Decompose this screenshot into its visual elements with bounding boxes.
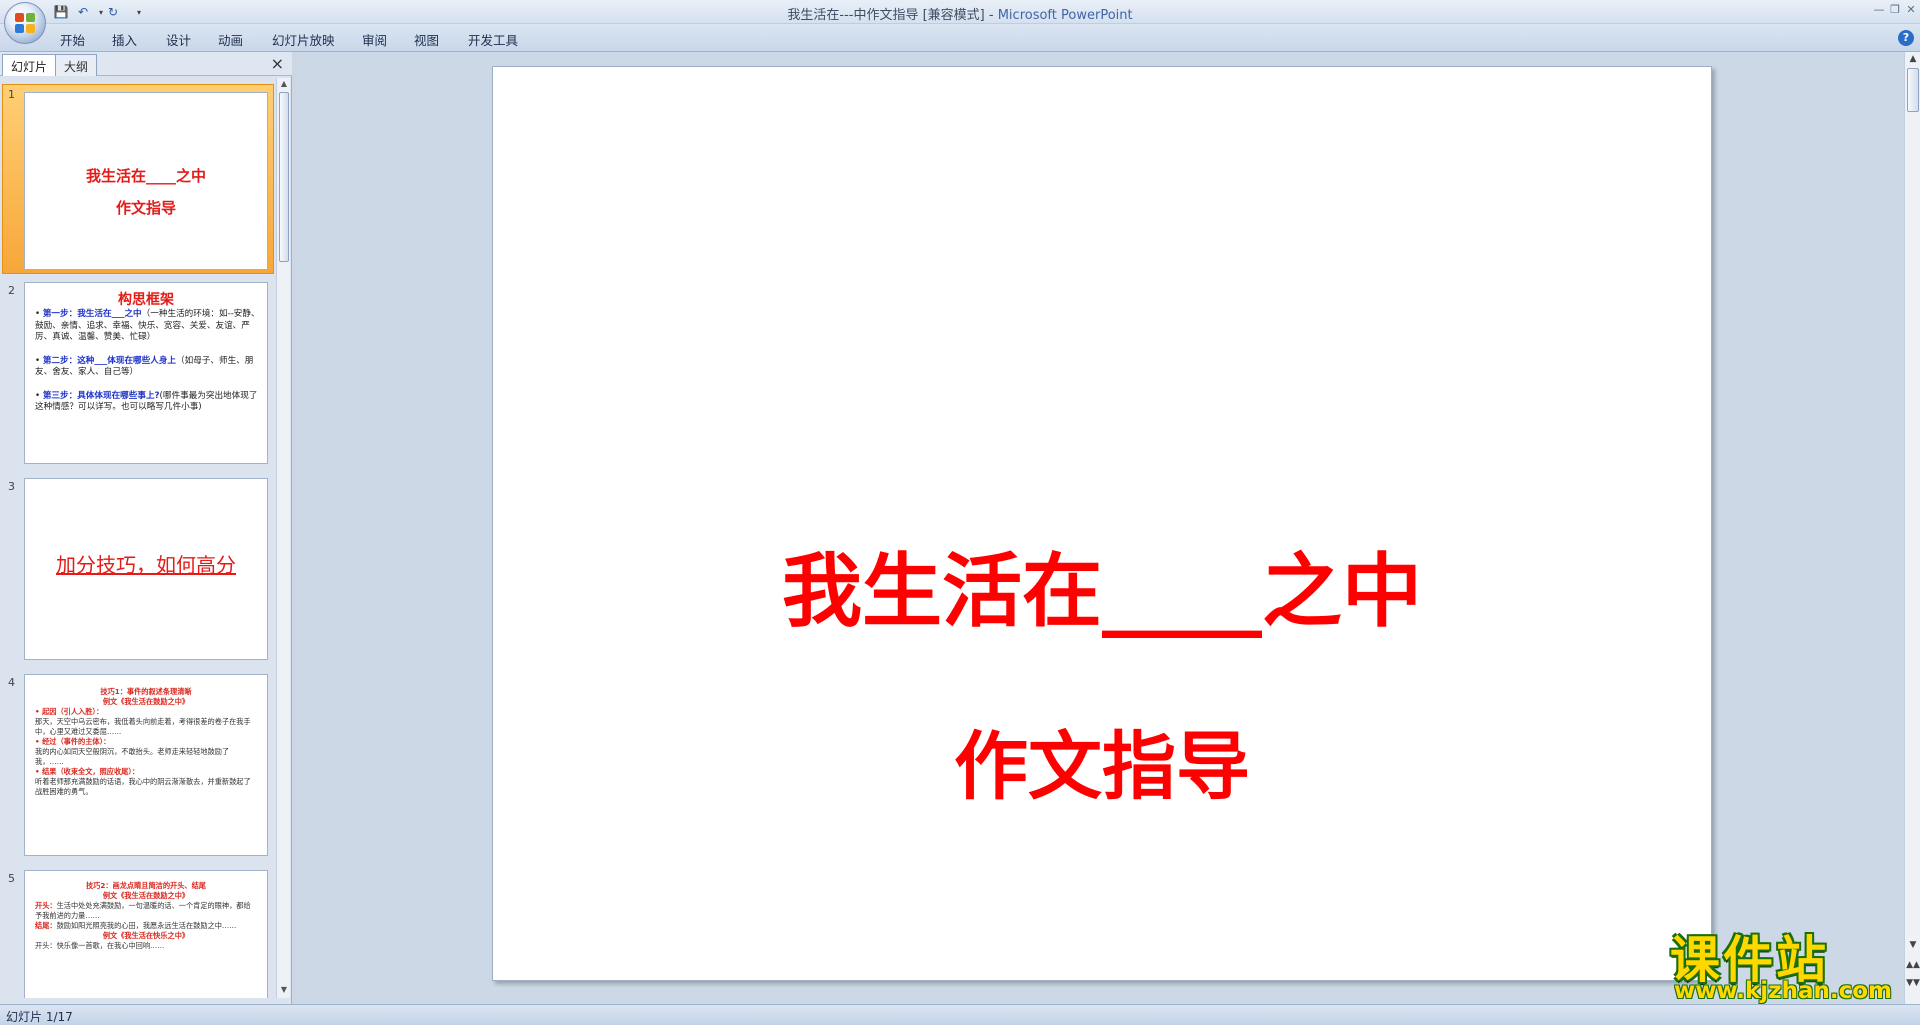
bullet-item: • 第三步：具体体现在哪些事上?(哪件事最为突出地体现了这种情感？可以详写。也可… [35,390,258,413]
next-slide-icon[interactable]: ▼▼ [1905,978,1920,988]
tab-insert[interactable]: 插入 [112,30,137,49]
tab-outline[interactable]: 大纲 [55,54,98,76]
thumbnail-number: 2 [8,284,15,297]
thumbnail-subheading: 例文《我生活在快乐之中》 [102,931,190,940]
title-bar: 💾 ↶ ▾ ↻ ▾ 我生活在---中作文指导 [兼容模式] - Microsof… [0,0,1920,24]
thumbnail-content: 技巧2：画龙点睛且简洁的开头、结尾 例文《我生活在鼓励之中》 开头：生活中处处充… [35,881,257,951]
thumbnail-line: • 结果（收束全文，照应收尾）： [35,767,140,776]
window-title: 我生活在---中作文指导 [兼容模式] - Microsoft PowerPoi… [0,4,1920,23]
slide-thumbnail-3[interactable]: 加分技巧，如何高分 [24,478,268,660]
thumbnail-subheading: 例文《我生活在鼓励之中》 [102,697,190,706]
previous-slide-icon[interactable]: ▲▲ [1905,960,1920,970]
thumbnail-list: 1 我生活在____之中 作文指导 2 构思框架 • 第一步：我生活在___之中… [0,78,276,998]
thumbnail-heading: 技巧2：画龙点睛且简洁的开头、结尾 [85,881,206,890]
slide-thumbnail-5[interactable]: 技巧2：画龙点睛且简洁的开头、结尾 例文《我生活在鼓励之中》 开头：生活中处处充… [24,870,268,998]
slides-panel: 幻灯片 大纲 × 1 我生活在____之中 作文指导 2 构思框架 • 第一步：… [0,52,292,1004]
bullet-item: • 第一步：我生活在___之中（一种生活的环境：如--安静、鼓励、亲情、追求、幸… [35,309,260,342]
window-title-app: Microsoft PowerPoint [997,8,1133,23]
window-title-separator: - [984,8,998,23]
scroll-down-icon[interactable]: ▼ [277,985,291,997]
thumbnail-line: 结尾： [35,921,57,930]
slide-thumbnail-1[interactable]: 我生活在____之中 作文指导 [24,92,268,270]
bullet-item: • 第二步：这种___体现在哪些人身上（如母子、师生、朋友、舍友、家人、自己等） [35,355,254,378]
thumbnail-bullets: • 第一步：我生活在___之中（一种生活的环境：如--安静、鼓励、亲情、追求、幸… [35,309,261,426]
office-logo-icon [15,13,35,33]
slide-title[interactable]: 我生活在____之中 [493,527,1711,643]
current-slide[interactable]: 我生活在____之中 作文指导 [492,66,1712,981]
thumbnail-line: 开头： [35,901,57,910]
powerpoint-window: 💾 ↶ ▾ ↻ ▾ 我生活在---中作文指导 [兼容模式] - Microsof… [0,0,1920,1025]
thumbnail-number: 4 [8,676,15,689]
close-icon[interactable]: ✕ [1904,3,1918,17]
watermark-url: www.kjzhan.com [1674,978,1892,1004]
thumbnail-line: 我的内心如同天空般阴沉，不敢抬头。老师走来轻轻地鼓励了我，…… [35,747,230,766]
thumbnail-title: 加分技巧，如何高分 [56,553,236,577]
tab-slide-show[interactable]: 幻灯片放映 [272,30,335,49]
thumbnail-number: 5 [8,872,15,885]
tab-review[interactable]: 审阅 [362,30,387,49]
bullet-bold: 第二步：这种___体现在哪些人身上 [42,355,177,366]
slide-thumbnail-4[interactable]: 技巧1：事件的叙述条理清晰 例文《我生活在鼓励之中》 • 起因（引人入胜）： 那… [24,674,268,856]
thumbnail-number: 3 [8,480,15,493]
watermark-logo: 课件站 www.kjzhan.com [1670,920,1904,1004]
thumbnail-line: • 经过（事件的主体）： [35,737,111,746]
thumbnail-heading: 构思框架 [118,292,174,308]
thumbnail-line: 那天，天空中乌云密布，我低着头向前走着，考得很差的卷子在我手中，心里又难过又委屈… [35,717,251,736]
tab-developer[interactable]: 开发工具 [468,30,518,49]
slide-counter: 幻灯片 1/17 [6,1010,73,1024]
slide-subtitle[interactable]: 作文指导 [493,707,1711,814]
slide-thumbnail-2[interactable]: 构思框架 • 第一步：我生活在___之中（一种生活的环境：如--安静、鼓励、亲情… [24,282,268,464]
thumbnail-line: 鼓励如阳光照亮我的心田，我愿永远生活在鼓励之中…… [56,921,237,930]
minimize-icon[interactable]: — [1872,3,1886,17]
tab-home[interactable]: 开始 [60,30,85,49]
thumbnail-line: • 起因（引人入胜）： [35,707,104,716]
thumbnail-subheading: 例文《我生活在鼓励之中》 [102,891,190,900]
tab-view[interactable]: 视图 [414,30,439,49]
panel-tabs: 幻灯片 大纲 × [0,52,292,76]
tab-animations[interactable]: 动画 [218,30,243,49]
thumbnail-content: 技巧1：事件的叙述条理清晰 例文《我生活在鼓励之中》 • 起因（引人入胜）： 那… [35,687,257,797]
help-icon[interactable]: ? [1898,30,1914,46]
scroll-down-icon[interactable]: ▼ [1905,940,1920,950]
panel-close-icon[interactable]: × [271,54,284,73]
thumbnail-title: 我生活在____之中 [85,167,206,185]
bullet-bold: 第三步：具体体现在哪些事上? [42,390,160,401]
slide-editing-area: 我生活在____之中 作文指导 [296,52,1904,1004]
slide-scrollbar[interactable]: ▲ ▼ ▲▲ ▼▼ [1904,52,1920,1004]
tab-design[interactable]: 设计 [166,30,191,49]
tab-slides[interactable]: 幻灯片 [2,54,57,76]
scroll-up-icon[interactable]: ▲ [1905,54,1920,64]
thumbnail-line: 开头：快乐像一首歌，在我心中回响…… [35,941,165,950]
thumbnail-subtitle: 作文指导 [115,199,176,217]
thumbnail-line: 生活中处处充满鼓励，一句温暖的话、一个肯定的眼神，都给予我前进的力量…… [35,901,251,920]
ribbon-tabs: 开始 插入 设计 动画 幻灯片放映 审阅 视图 开发工具 ? [0,24,1920,52]
thumbnail-scrollbar[interactable]: ▲ ▼ [276,78,290,998]
scrollbar-thumb[interactable] [1907,68,1919,112]
bullet-bold: 第一步：我生活在___之中 [42,309,142,319]
scroll-up-icon[interactable]: ▲ [277,79,291,91]
status-bar: 幻灯片 1/17 [0,1004,1920,1025]
scrollbar-thumb[interactable] [279,92,289,262]
thumbnail-line: 听着老师那充满鼓励的话语，我心中的阴云渐渐散去，并重新鼓起了战胜困难的勇气。 [35,777,251,796]
office-button[interactable] [4,2,46,44]
thumbnail-number: 1 [8,88,15,101]
window-title-document: 我生活在---中作文指导 [兼容模式] [787,8,985,23]
thumbnail-heading: 技巧1：事件的叙述条理清晰 [100,687,192,696]
restore-icon[interactable]: ❐ [1888,3,1902,17]
